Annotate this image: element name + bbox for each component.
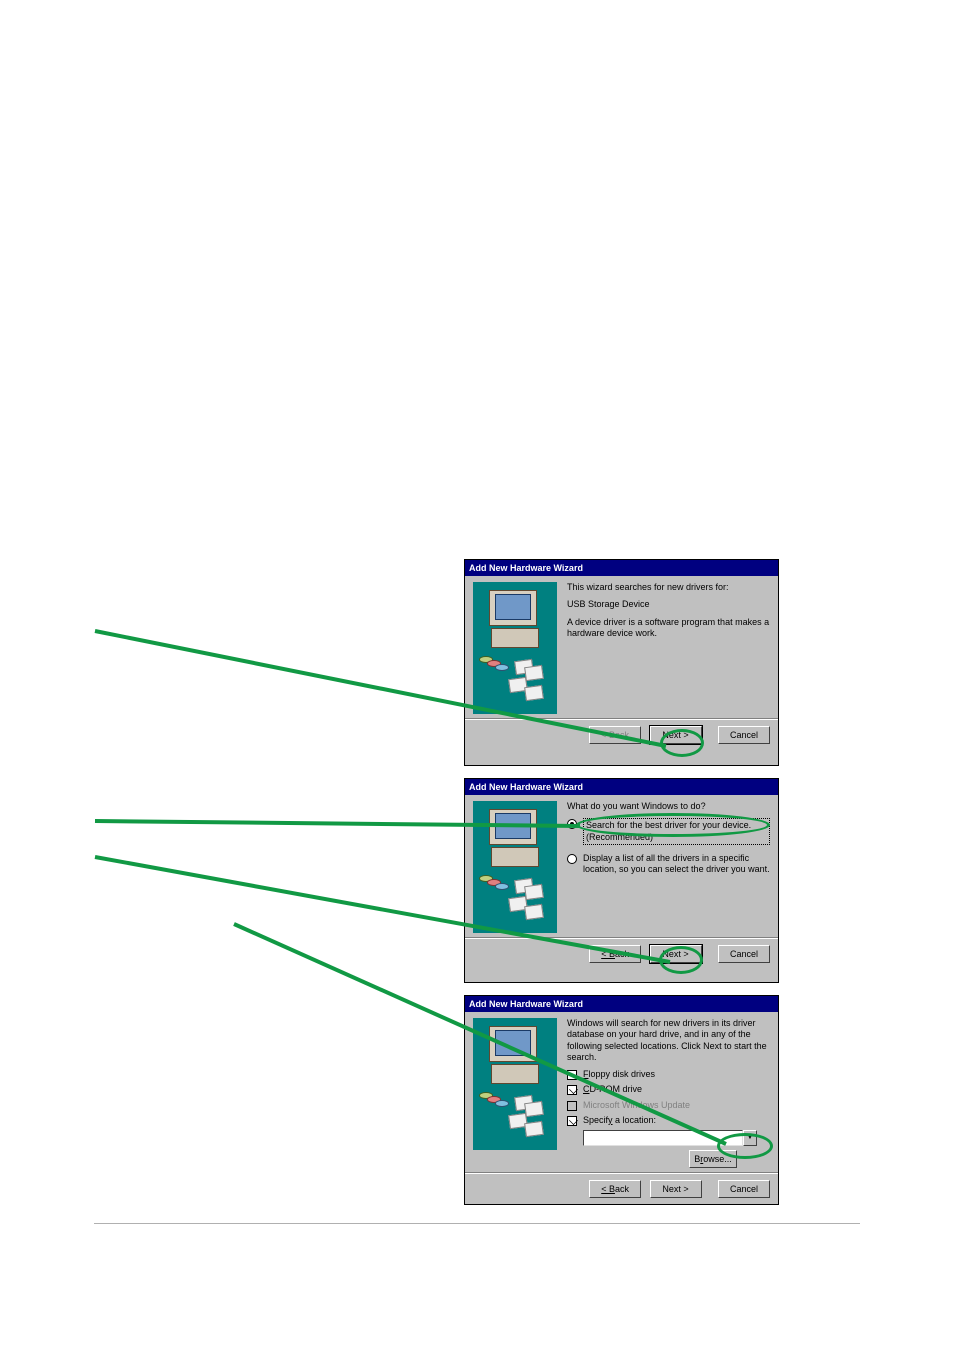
dialog-title: Add New Hardware Wizard — [465, 560, 778, 576]
wizard-dialog-1: Add New Hardware Wizard This wizard sear… — [464, 559, 779, 766]
checkbox-icon — [567, 1116, 577, 1126]
radio-label: Display a list of all the drivers in a s… — [583, 853, 770, 876]
wizard-image — [473, 582, 557, 714]
dialog-title: Add New Hardware Wizard — [465, 779, 778, 795]
wizard1-line2: A device driver is a software program th… — [567, 617, 770, 640]
next-button[interactable]: Next > — [650, 945, 702, 963]
page-footer-rule — [94, 1223, 860, 1224]
checkbox-label: Floppy disk drives — [583, 1069, 655, 1080]
next-button[interactable]: Next > — [650, 726, 702, 744]
wizard-image — [473, 801, 557, 933]
wizard3-intro: Windows will search for new drivers in i… — [567, 1018, 770, 1063]
checkbox-label: CD-ROM drive — [583, 1084, 642, 1095]
checkbox-label: Microsoft Windows Update — [583, 1100, 690, 1111]
wizard-dialog-2: Add New Hardware Wizard What do you want… — [464, 778, 779, 983]
cancel-button[interactable]: Cancel — [718, 726, 770, 744]
back-button[interactable]: < Back — [589, 945, 641, 963]
wizard2-prompt: What do you want Windows to do? — [567, 801, 770, 812]
checkbox-specify-location[interactable]: Specify a location: — [567, 1115, 770, 1126]
wizard-dialog-3: Add New Hardware Wizard Windows will sea… — [464, 995, 779, 1205]
browse-button[interactable]: Browse... — [689, 1150, 737, 1168]
cancel-button[interactable]: Cancel — [718, 945, 770, 963]
wizard1-line1: This wizard searches for new drivers for… — [567, 582, 770, 593]
checkbox-icon — [567, 1070, 577, 1080]
checkbox-icon — [567, 1085, 577, 1095]
back-button[interactable]: < Back — [589, 1180, 641, 1198]
next-button[interactable]: Next > — [650, 1180, 702, 1198]
location-dropdown-icon[interactable]: ▼ — [743, 1130, 757, 1146]
dialog-title: Add New Hardware Wizard — [465, 996, 778, 1012]
wizard-image — [473, 1018, 557, 1150]
radio-icon — [567, 819, 577, 829]
cancel-button[interactable]: Cancel — [718, 1180, 770, 1198]
wizard1-device-name: USB Storage Device — [567, 599, 770, 610]
radio-search-best-driver[interactable]: Search for the best driver for your devi… — [567, 818, 770, 845]
checkbox-icon — [567, 1101, 577, 1111]
checkbox-windows-update: Microsoft Windows Update — [567, 1100, 770, 1111]
checkbox-cdrom[interactable]: CD-ROM drive — [567, 1084, 770, 1095]
location-input[interactable] — [583, 1130, 743, 1146]
radio-label: Search for the best driver for your devi… — [583, 818, 770, 845]
checkbox-floppy[interactable]: Floppy disk drives — [567, 1069, 770, 1080]
radio-icon — [567, 854, 577, 864]
back-button: < Back — [589, 726, 641, 744]
radio-display-driver-list[interactable]: Display a list of all the drivers in a s… — [567, 853, 770, 876]
checkbox-label: Specify a location: — [583, 1115, 656, 1126]
